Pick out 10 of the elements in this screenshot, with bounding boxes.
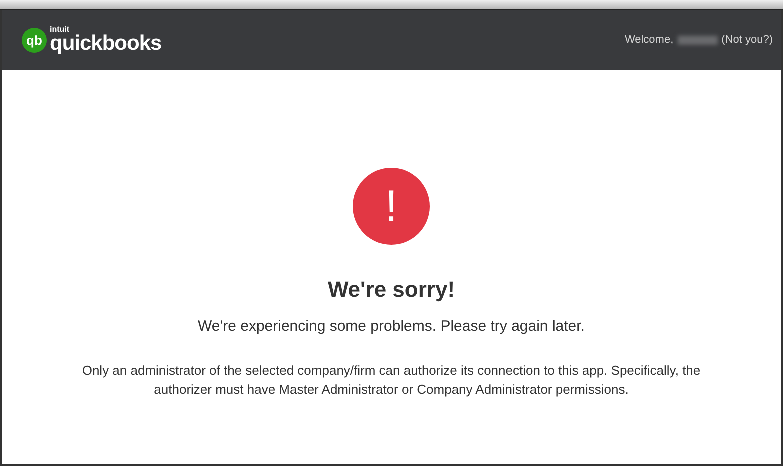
welcome-text: Welcome, — [624, 32, 674, 48]
blurred-name — [678, 36, 718, 44]
error-details: Only an administrator of the selected company/firm can authorize its connection to this app. Specifically, the authorizer must have Master Administrator or Company Administrator permissions. — [82, 362, 702, 398]
logo-brand: intuit — [50, 26, 71, 34]
logo-mark: qb — [22, 28, 47, 52]
error-title: We're sorry! — [328, 276, 456, 304]
not-you-link[interactable]: (Not you?) — [722, 32, 773, 48]
logo-product: quickbooks — [50, 34, 162, 54]
error-message: We're experiencing some problems. Please try again later. — [198, 317, 585, 337]
error-icon: ! — [353, 168, 430, 245]
